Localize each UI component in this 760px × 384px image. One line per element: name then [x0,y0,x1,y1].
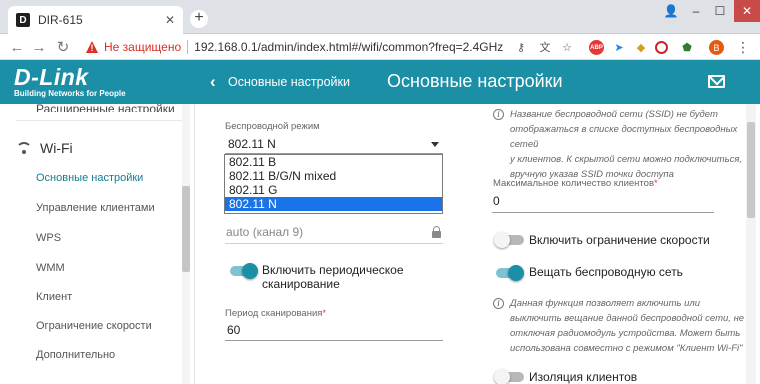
note-line: отображаться в списке доступных беспрово… [510,124,738,150]
toggle-knob [494,232,510,248]
send-icon[interactable]: ➤ [610,38,628,56]
info-icon: i [493,109,504,120]
address-separator [187,40,189,54]
sidebar-section-wifi[interactable]: Wi-Fi [16,140,73,156]
sidebar-scrollbar-thumb[interactable] [182,186,190,272]
note-line: использована совместно с режимом "Клиент… [510,343,743,354]
wireless-mode-label: Беспроводной режим [225,121,320,132]
dropdown-option-n[interactable]: 802.11 N [225,197,442,211]
dropdown-option-g[interactable]: 802.11 G [225,183,442,197]
profile-avatar-icon[interactable]: B [709,40,724,55]
key-icon[interactable]: ⚷ [512,38,530,56]
app-header: D-Link Building Networks for People ‹ Ос… [0,60,760,104]
client-isolation-toggle[interactable] [494,369,524,384]
sidebar-item-wps[interactable]: WPS [36,232,61,244]
scan-period-label-text: Период сканирования [225,308,323,319]
note-line: Данная функция позволяет включить или [510,298,701,309]
toggle-knob [508,265,524,281]
broadcast-toggle[interactable] [496,265,524,281]
note-line: у клиентов. К скрытой сети можно подключ… [510,154,743,165]
note-line: отключая радиомодуль устройства. Может б… [510,328,741,339]
back-arrow-icon[interactable]: ← [6,36,28,58]
scan-period-label: Период сканирования* [225,308,326,319]
minimize-icon[interactable]: – [684,0,708,22]
sidebar-item-client[interactable]: Клиент [36,291,72,303]
chevron-down-icon[interactable] [431,142,439,147]
browser-tab[interactable]: D DIR-615 ✕ [8,6,183,34]
lock-icon [432,226,441,238]
logo-tagline: Building Networks for People [14,89,126,98]
sidebar-item-client-management[interactable]: Управление клиентами [36,202,155,214]
not-secure-label[interactable]: Не защищено [104,40,181,54]
tab-title: DIR-615 [38,13,83,27]
sidebar-item-advanced[interactable]: Дополнительно [36,349,115,361]
shield-icon[interactable]: ⬟ [678,38,696,56]
warning-icon[interactable]: ! [86,41,98,53]
dropdown-option-bgn[interactable]: 802.11 B/G/N mixed [225,169,442,183]
address-bar[interactable]: ! Не защищено 192.168.0.1/admin/index.ht… [78,37,586,57]
sidebar-section-label: Wi-Fi [40,140,73,156]
chevron-left-icon[interactable]: ‹ [210,72,216,92]
bookmark-star-icon[interactable]: ☆ [558,38,576,56]
max-clients-underline [492,212,714,213]
logo-text: D-Link [14,64,89,90]
mail-icon[interactable] [708,75,725,88]
required-mark: * [654,178,658,189]
main-content: Беспроводной режим 802.11 N 802.11 B 802… [196,104,760,384]
forward-arrow-icon[interactable]: → [28,36,50,58]
reload-icon[interactable]: ↻ [52,36,74,58]
browser-tab-bar: D DIR-615 ✕ + 👤 – ☐ ✕ [0,0,760,34]
channel-value: auto (канал 9) [226,225,304,239]
main-scrollbar-thumb[interactable] [747,122,755,218]
note-line: Название беспроводной сети (SSID) не буд… [510,109,718,120]
note-line: выключить вещание данной беспроводной се… [510,313,745,324]
page-title: Основные настройки [387,71,563,91]
dlink-logo[interactable]: D-Link Building Networks for People [14,64,126,99]
translate-icon[interactable]: 文 [536,38,554,56]
extension-icon[interactable]: ◆ [632,38,650,56]
maximize-icon[interactable]: ☐ [708,0,732,22]
max-clients-label: Максимальное количество клиентов* [493,178,658,189]
periodic-scan-toggle[interactable] [230,263,258,279]
profile-icon[interactable]: 👤 [660,0,682,22]
sidebar-item-previous[interactable]: Расширенные настройки [36,102,175,112]
url-text[interactable]: 192.168.0.1/admin/index.html#/wifi/commo… [194,40,503,54]
sidebar: Расширенные настройки Wi-Fi Основные нас… [0,102,195,384]
info-icon: i [493,298,504,309]
dlink-favicon-icon: D [16,13,30,27]
new-tab-button[interactable]: + [190,10,208,28]
client-isolation-label: Изоляция клиентов [529,370,638,384]
toggle-knob [242,263,258,279]
channel-underline [225,243,443,244]
broadcast-note: Данная функция позволяет включить или вы… [510,296,744,356]
tab-close-icon[interactable]: ✕ [165,13,175,27]
window-close-icon[interactable]: ✕ [734,0,760,22]
ssid-hidden-note: Название беспроводной сети (SSID) не буд… [510,107,760,182]
scan-period-underline [225,340,443,341]
speed-limit-toggle[interactable] [494,232,524,248]
periodic-scan-label-1: Включить периодическое [262,263,404,277]
sidebar-item-speed-limit[interactable]: Ограничение скорости [36,320,152,332]
wifi-icon [16,142,32,154]
toggle-knob [494,369,510,384]
periodic-scan-label-2: сканирование [262,277,340,291]
sidebar-item-basic-settings[interactable]: Основные настройки [36,172,143,184]
browser-toolbar: ← → ↻ ! Не защищено 192.168.0.1/admin/in… [0,34,760,60]
dropdown-option-b[interactable]: 802.11 B [225,155,442,169]
back-link[interactable]: Основные настройки [228,75,350,89]
max-clients-input[interactable]: 0 [493,194,500,208]
max-clients-label-text: Максимальное количество клиентов [493,178,654,189]
wireless-mode-value[interactable]: 802.11 N [228,137,276,151]
wireless-mode-dropdown[interactable]: 802.11 B 802.11 B/G/N mixed 802.11 G 802… [224,154,443,214]
broadcast-label: Вещать беспроводную сеть [529,265,683,279]
noscript-icon[interactable] [655,41,668,54]
sidebar-divider [16,120,186,121]
required-mark: * [322,308,327,319]
adblock-plus-icon[interactable]: ABP [589,40,604,55]
scan-period-input[interactable]: 60 [227,323,240,337]
sidebar-item-wmm[interactable]: WMM [36,262,65,274]
speed-limit-label: Включить ограничение скорости [529,233,710,247]
menu-dots-icon[interactable]: ⋮ [734,38,752,56]
